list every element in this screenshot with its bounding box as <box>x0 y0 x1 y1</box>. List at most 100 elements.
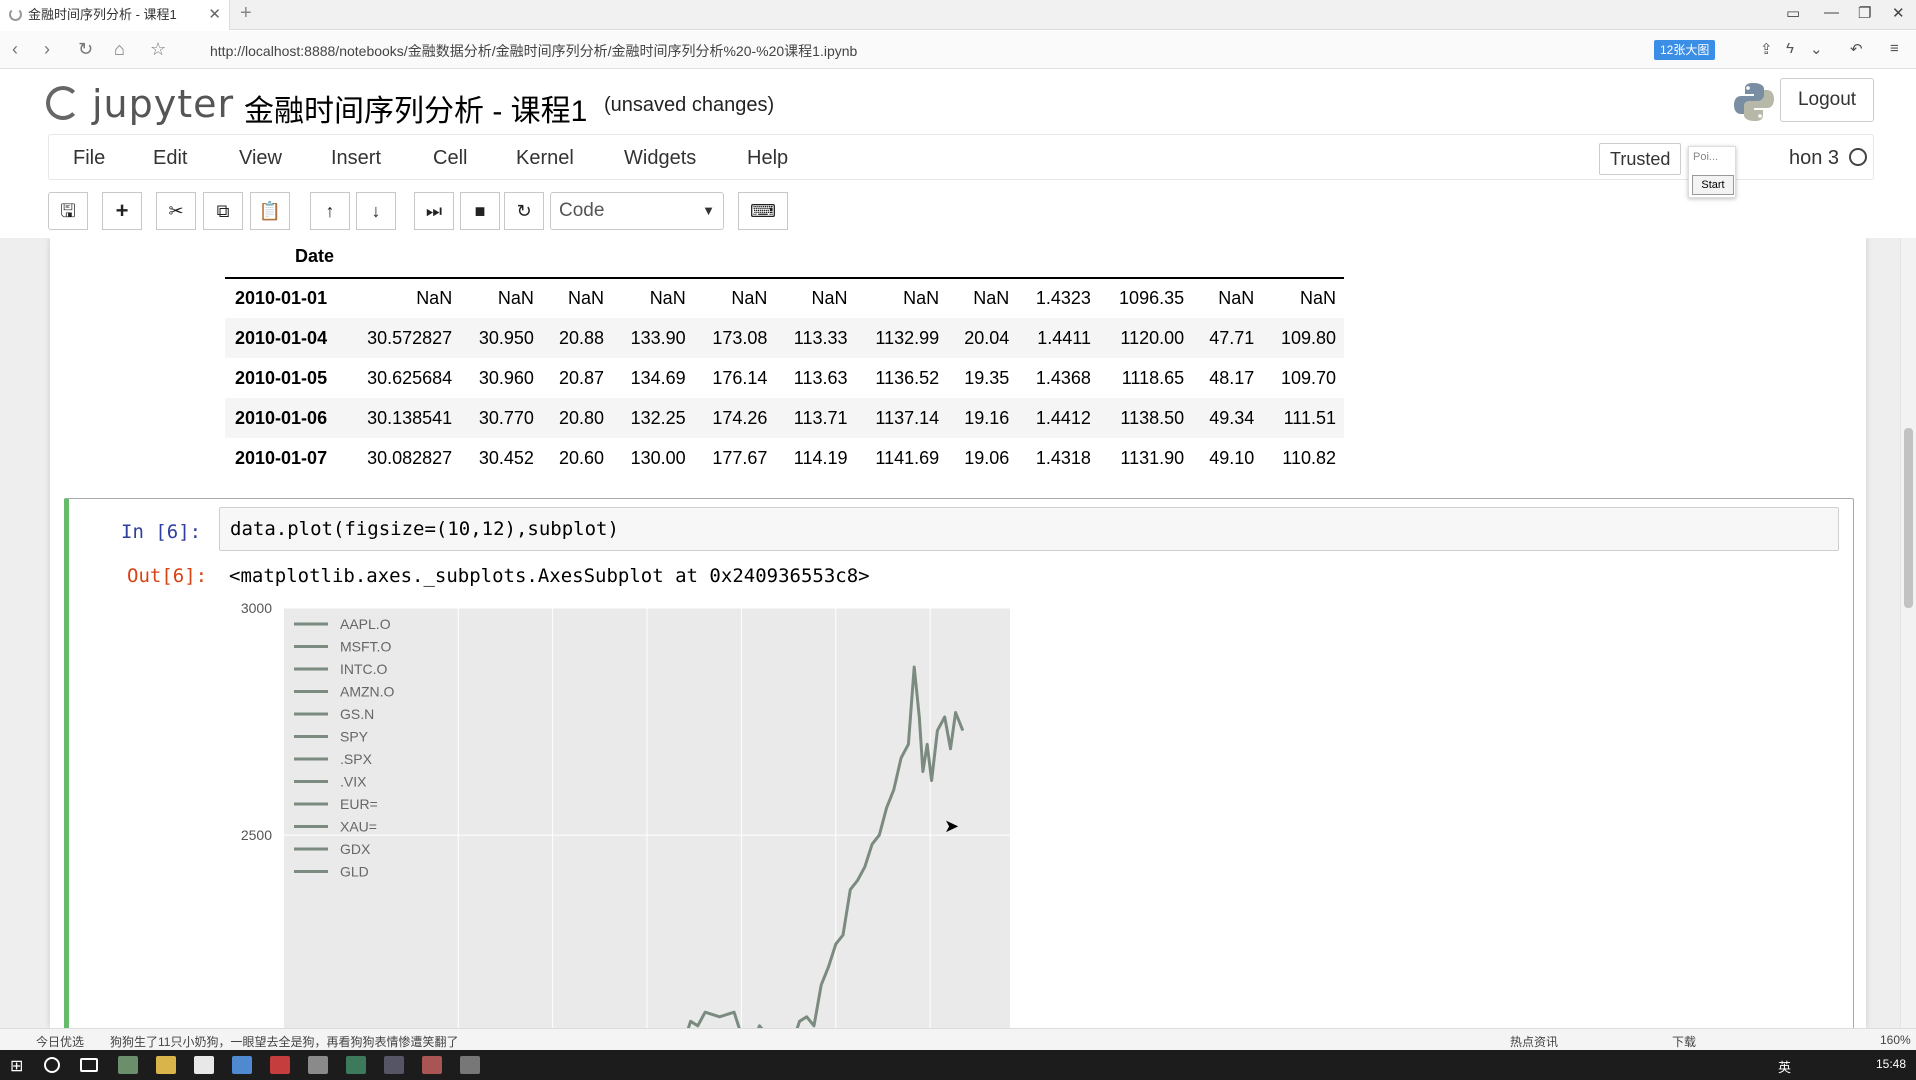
trusted-indicator[interactable]: Trusted <box>1599 143 1682 175</box>
table-cell: 134.69 <box>630 367 686 388</box>
mouse-cursor-icon: ➤ <box>944 816 960 836</box>
search-icon[interactable] <box>44 1057 60 1073</box>
table-cell: NaN <box>973 288 1010 308</box>
home-icon[interactable]: ⌂ <box>114 39 125 60</box>
taskbar-app-3-icon[interactable] <box>232 1056 252 1074</box>
menu-widgets[interactable]: Widgets <box>624 147 696 170</box>
bookmark-star-icon[interactable]: ☆ <box>150 39 166 60</box>
status-zoom[interactable]: 160% <box>1880 1033 1911 1047</box>
table-cell: 19.06 <box>964 447 1010 468</box>
legend-label: AMZN.O <box>340 684 395 700</box>
close-tab-icon[interactable]: ✕ <box>208 0 221 30</box>
status-item-headline[interactable]: 狗狗生了11只小奶狗，一眼望去全是狗，再看狗狗表情惨遭笑翻了 <box>110 1033 458 1050</box>
menu-file[interactable]: File <box>73 147 105 170</box>
legend-label: GDX <box>340 841 371 857</box>
insert-cell-icon[interactable]: + <box>102 192 142 230</box>
start-popup: Poi... Start <box>1688 146 1736 198</box>
close-window-icon[interactable]: ✕ <box>1892 4 1905 22</box>
maximize-window-icon[interactable]: ❐ <box>1858 4 1871 22</box>
table-cell: 113.33 <box>775 318 856 358</box>
table-cell: 49.10 <box>1209 447 1255 468</box>
legend-label: .SPX <box>340 751 373 767</box>
menu-icon[interactable]: ≡ <box>1890 40 1899 57</box>
table-cell: 176.14 <box>712 367 768 388</box>
header-rule <box>344 238 1345 279</box>
menu-edit[interactable]: Edit <box>153 147 187 170</box>
move-up-icon[interactable]: ↑ <box>310 192 350 230</box>
forward-icon[interactable]: › <box>44 39 50 60</box>
taskbar-app-8-icon[interactable] <box>422 1056 442 1074</box>
legend-label: GS.N <box>340 706 374 722</box>
table-cell: 173.08 <box>693 318 776 358</box>
menu-insert[interactable]: Insert <box>331 147 381 170</box>
address-bar: ‹ › ↻ ⌂ ☆ http://localhost:8888/notebook… <box>0 31 1916 69</box>
windows-start-icon[interactable]: ⊞ <box>10 1056 30 1075</box>
table-cell: 1137.14 <box>855 398 948 438</box>
y-tick-label: 3000 <box>241 600 272 616</box>
table-cell: 20.60 <box>558 447 605 468</box>
taskbar-app-5-icon[interactable] <box>308 1056 328 1074</box>
status-item-news[interactable]: 今日优选 <box>36 1033 84 1050</box>
status-item-hot[interactable]: 热点资讯 <box>1510 1033 1558 1050</box>
restore-window-icon[interactable]: ▭ <box>1786 4 1800 22</box>
menubar: File Edit View Insert Cell Kernel Widget… <box>48 134 1874 180</box>
interrupt-icon[interactable]: ■ <box>460 192 500 230</box>
taskbar-app-2-icon[interactable] <box>194 1056 214 1074</box>
table-cell: 1.4368 <box>1035 367 1091 388</box>
system-clock[interactable]: 15:48 <box>1876 1057 1906 1071</box>
zoom-badge[interactable]: 12张大图 <box>1654 40 1716 60</box>
notebook-title[interactable]: 金融时间序列分析 - 课程1 <box>244 86 587 130</box>
url-field[interactable]: http://localhost:8888/notebooks/金融数据分析/金… <box>210 41 857 61</box>
vertical-scrollbar[interactable] <box>1900 238 1916 1028</box>
taskbar-app-9-icon[interactable] <box>460 1056 480 1074</box>
minimize-window-icon[interactable]: — <box>1824 4 1839 21</box>
table-row: 2010-01-04 30.572827 30.950 20.88 133.90 173.… <box>225 318 1345 358</box>
taskbar-app-4-icon[interactable] <box>270 1056 290 1074</box>
menu-kernel[interactable]: Kernel <box>516 147 574 170</box>
logout-button[interactable]: Logout <box>1780 78 1874 122</box>
keyboard-icon[interactable]: ⌨ <box>738 192 788 230</box>
restart-icon[interactable]: ↻ <box>504 192 544 230</box>
table-cell: 113.71 <box>775 398 856 438</box>
row-index-date: 2010-01-01 <box>235 288 328 308</box>
legend-label: GLD <box>340 864 369 880</box>
taskbar-app-7-icon[interactable] <box>384 1056 404 1074</box>
table-cell: 30.138541 <box>344 398 461 438</box>
reload-icon[interactable]: ↻ <box>78 39 93 60</box>
save-icon[interactable]: 🖫 <box>48 192 88 230</box>
taskbar-folder-icon[interactable] <box>156 1056 176 1074</box>
menu-view[interactable]: View <box>239 147 282 170</box>
copy-icon[interactable]: ⧉ <box>203 192 243 230</box>
back-icon[interactable]: ‹ <box>12 39 18 60</box>
taskbar-app-6-icon[interactable] <box>346 1056 366 1074</box>
table-row: 2010-01-01 NaN NaN NaN NaN NaN NaN NaN NaN 1.4323… <box>225 278 1344 318</box>
table-cell: 111.51 <box>1262 398 1345 438</box>
task-view-icon[interactable] <box>80 1058 98 1072</box>
menu-cell[interactable]: Cell <box>433 147 467 170</box>
status-item-download[interactable]: 下载 <box>1672 1033 1696 1050</box>
table-cell: NaN <box>568 288 605 308</box>
y-tick-label: 2500 <box>241 827 272 843</box>
table-cell: 109.80 <box>1262 318 1345 358</box>
table-cell: 1136.52 <box>875 367 940 388</box>
run-icon[interactable]: ⏭ <box>414 192 454 230</box>
browser-tab[interactable]: 金融时间序列分析 - 课程1 ✕ <box>0 0 230 30</box>
legend-label: SPY <box>340 729 369 745</box>
start-button[interactable]: Start <box>1692 175 1734 195</box>
paste-icon[interactable]: 📋 <box>250 192 290 230</box>
new-tab-icon[interactable]: + <box>240 2 252 25</box>
cut-icon[interactable]: ✂ <box>156 192 196 230</box>
lightning-icon[interactable]: ϟ <box>1786 40 1794 57</box>
move-down-icon[interactable]: ↓ <box>356 192 396 230</box>
taskbar-app-1-icon[interactable] <box>118 1056 138 1074</box>
table-cell: 174.26 <box>693 398 776 438</box>
share-icon[interactable]: ⇪ <box>1760 40 1773 58</box>
input-language[interactable]: 英 <box>1778 1057 1791 1076</box>
undo-icon[interactable]: ↶ <box>1850 40 1863 58</box>
menu-help[interactable]: Help <box>747 147 788 170</box>
kernel-name[interactable]: hon 3 <box>1789 147 1839 170</box>
chevron-down-icon[interactable]: ⌄ <box>1810 40 1823 58</box>
scrollbar-thumb[interactable] <box>1904 428 1913 608</box>
code-editor[interactable]: data.plot(figsize=(10,12),subplot) <box>219 507 1839 551</box>
cell-type-select[interactable]: Code ▼ <box>550 192 724 230</box>
